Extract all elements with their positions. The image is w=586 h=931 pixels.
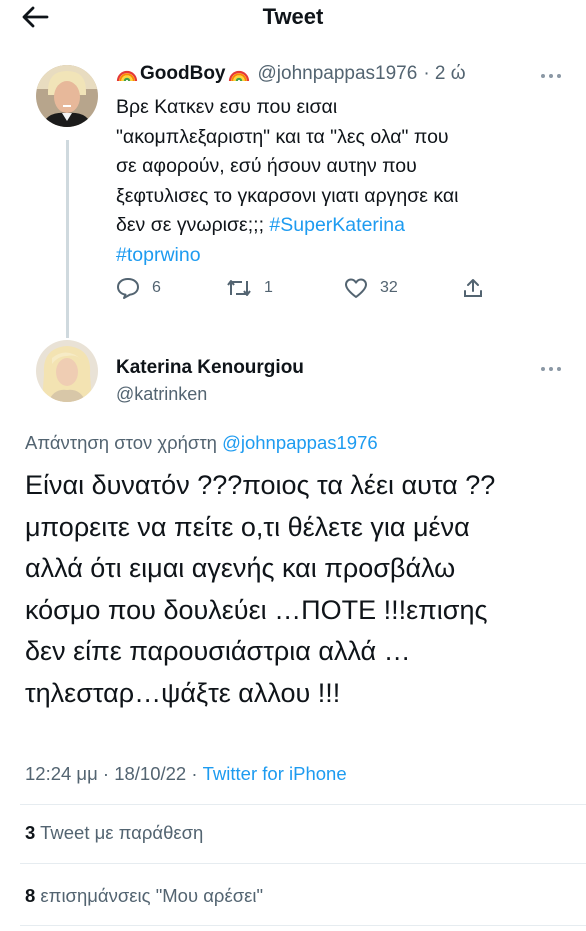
retweet-icon [227, 280, 251, 296]
tweet-text-line: τηλεσταρ…ψάξτε αλλου !!! [25, 677, 341, 708]
hashtag-link[interactable]: #SuperKaterina [269, 214, 405, 236]
tweet-text-line: Είναι δυνατόν ???ποιος τα λέει αυτα ?? [25, 470, 496, 500]
tweet-text: Είναι δυνατόν ???ποιος τα λέει αυτα ?? μ… [25, 465, 580, 714]
parent-tweet[interactable]: GoodBoy @johnpappas1976 · 2 ώ Βρε Κατκεν… [0, 55, 586, 340]
share-icon [464, 279, 482, 297]
avatar[interactable] [36, 340, 98, 402]
tweet-source[interactable]: Twitter for iPhone [203, 763, 347, 784]
tweet-text: Βρε Κατκεν εσυ που εισαι "ακομπλεξαριστη… [116, 93, 556, 270]
rainbow-icon [228, 70, 249, 82]
tweet-text-line: σε αφορούν, εσύ ήσουν αυτην που [116, 155, 417, 177]
quote-label: Tweet με παράθεση [35, 822, 204, 843]
divider [20, 925, 586, 926]
tweet-text-line: "ακομπλεξαριστη" και τα "λες ολα" που [116, 125, 449, 148]
tweet-text-line: Βρε Κατκεν εσυ που εισαι [116, 96, 338, 118]
replying-to-label: Απάντηση στον χρήστη [25, 432, 223, 453]
tweet-text-line: μπορειτε να πείτε ο,τι θέλετε για μένα [25, 511, 470, 542]
reply-icon [117, 278, 139, 299]
rainbow-icon [116, 70, 138, 82]
display-name-text: GoodBoy [140, 63, 226, 84]
top-bar: Tweet [0, 0, 586, 40]
tweet-timestamp[interactable]: 12:24 μμ · 18/10/22 · [25, 763, 203, 784]
more-options-icon[interactable] [538, 71, 564, 81]
tweet-text-line: κόσμο που δουλεύει …ΠΟΤΕ !!!επισης [25, 594, 488, 625]
tweet-header: GoodBoy @johnpappas1976 · 2 ώ [116, 63, 466, 85]
tweet-text-line: δεν είπε παρουσιάστρια αλλά … [25, 636, 411, 666]
heart-icon [345, 278, 367, 298]
tweet-time: · 2 ώ [423, 63, 466, 84]
retweet-count: 1 [264, 279, 273, 296]
like-count: 32 [380, 279, 398, 296]
reply-button[interactable]: 6 [116, 277, 161, 299]
display-name[interactable]: GoodBoy [116, 63, 250, 85]
avatar[interactable] [36, 65, 98, 127]
hashtag-link[interactable]: #toprwino [116, 244, 201, 266]
divider [20, 863, 586, 864]
tweet-actions: 6 1 32 [116, 277, 516, 307]
page-title: Tweet [262, 4, 324, 29]
replying-to: Απάντηση στον χρήστη @johnpappas1976 [25, 432, 378, 454]
more-options-icon[interactable] [538, 364, 564, 374]
tweet-text-line: δεν σε γνωρισε;;; [116, 214, 270, 236]
reply-count: 6 [152, 279, 161, 296]
display-name[interactable]: Katerina Kenourgiou [116, 357, 304, 379]
tweet-text-line: αλλά ότι ειμαι αγενής και προσβάλω [25, 553, 456, 583]
likes-label: επισημάνσεις "Μου αρέσει" [35, 885, 264, 906]
tweet-text-line: ξεφτυλισες το γκαρσονι γιατι αργησε και [116, 184, 459, 207]
likes-count: 8 [25, 885, 36, 906]
thread-line [66, 140, 69, 338]
handle[interactable]: @katrinken [116, 384, 207, 405]
likes-link[interactable]: 8 επισημάνσεις "Μου αρέσει" [25, 885, 263, 907]
quote-count: 3 [25, 822, 36, 843]
handle[interactable]: @johnpappas1976 [258, 63, 418, 85]
retweet-button[interactable]: 1 [226, 277, 273, 299]
share-button[interactable] [462, 277, 484, 299]
divider [20, 804, 586, 805]
quote-tweets-link[interactable]: 3 Tweet με παράθεση [25, 822, 203, 844]
tweet-meta: 12:24 μμ · 18/10/22 · Twitter for iPhone [25, 763, 347, 785]
mention-link[interactable]: @johnpappas1976 [222, 432, 378, 453]
like-button[interactable]: 32 [344, 277, 398, 299]
